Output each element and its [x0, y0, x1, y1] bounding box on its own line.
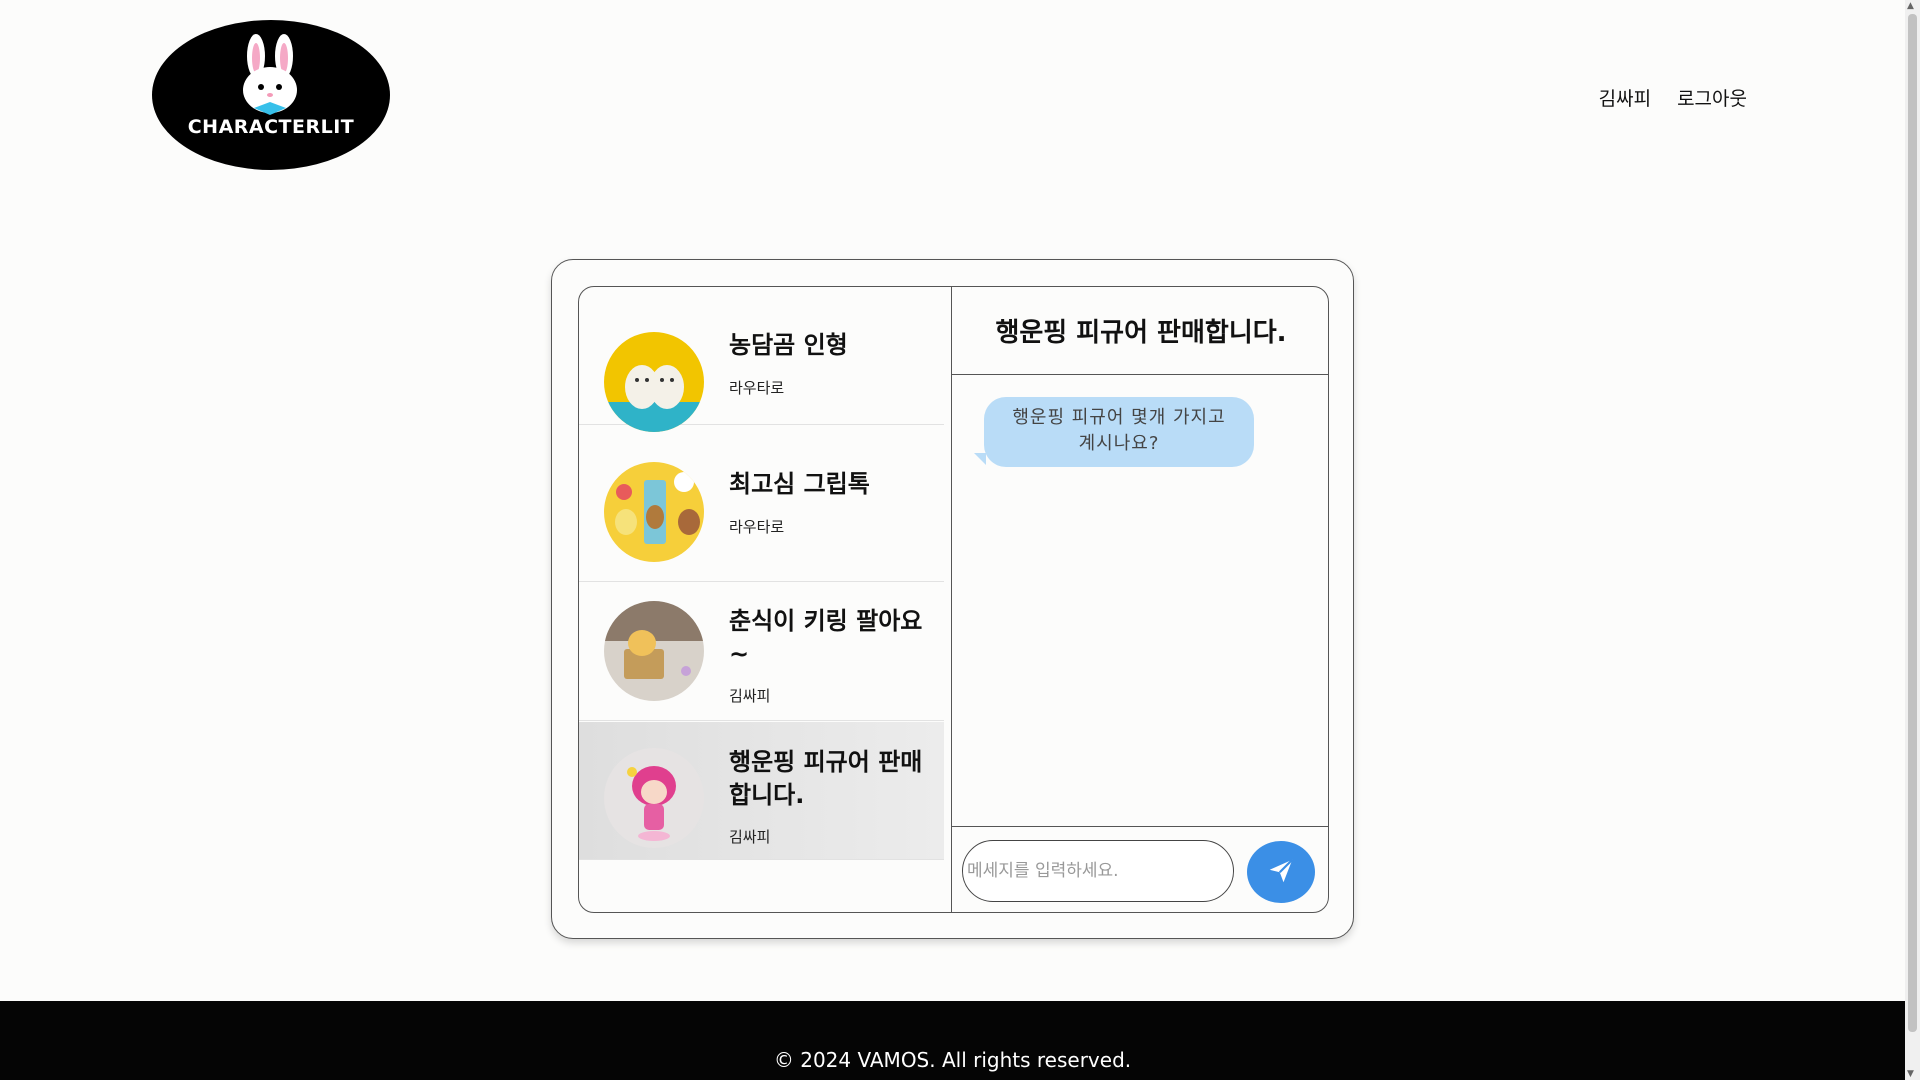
message-input-bar: [952, 826, 1328, 912]
logo-text: CHARACTERLIT: [188, 116, 355, 138]
send-button[interactable]: [1247, 841, 1315, 903]
paper-plane-icon: [1266, 856, 1296, 889]
chat-room-list: 농담곰 인형 라우타로 최고심 그립톡 라우타로 춘식이 키링 팔아요~ 김싸피…: [579, 287, 952, 912]
message-bubble: 행운핑 피규어 몇개 가지고 계시나요?: [984, 397, 1254, 467]
conversation-title: 행운핑 피규어 판매합니다.: [952, 287, 1328, 375]
message-input[interactable]: [962, 840, 1234, 902]
page-scrollbar[interactable]: ▲ ▼: [1905, 0, 1920, 1080]
conversation-panel: 행운핑 피규어 판매합니다. 행운핑 피규어 몇개 가지고 계시나요?: [952, 287, 1328, 912]
nav-username[interactable]: 김싸피: [1599, 84, 1651, 111]
chat-room-title: 춘식이 키링 팔아요~: [729, 607, 923, 668]
site-logo[interactable]: CHARACTERLIT: [152, 20, 390, 170]
chat-room-seller: 김싸피: [729, 687, 771, 705]
chat-room-item[interactable]: 춘식이 키링 팔아요~ 김싸피: [579, 583, 944, 721]
chat-room-seller: 라우타로: [729, 379, 785, 397]
chat-room-seller: 라우타로: [729, 518, 785, 536]
product-thumbnail: [604, 748, 704, 848]
top-nav: 김싸피 로그아웃: [1599, 84, 1747, 111]
chat-panel: 농담곰 인형 라우타로 최고심 그립톡 라우타로 춘식이 키링 팔아요~ 김싸피…: [551, 259, 1354, 939]
product-thumbnail: [604, 601, 704, 701]
scroll-up-icon[interactable]: ▲: [1907, 1, 1914, 11]
product-thumbnail: [604, 462, 704, 562]
scroll-down-icon[interactable]: ▼: [1907, 1069, 1914, 1079]
message-bubble-tail: [974, 453, 986, 465]
nav-logout-link[interactable]: 로그아웃: [1677, 84, 1747, 111]
footer-copyright: © 2024 VAMOS. All rights reserved.: [773, 1048, 1132, 1072]
chat-room-title: 농담곰 인형: [729, 331, 848, 359]
footer: © 2024 VAMOS. All rights reserved.: [0, 1001, 1905, 1080]
header: CHARACTERLIT 김싸피 로그아웃: [0, 0, 1905, 200]
product-thumbnail: [604, 332, 704, 432]
chat-room-title: 최고심 그립톡: [729, 470, 870, 498]
chat-inner: 농담곰 인형 라우타로 최고심 그립톡 라우타로 춘식이 키링 팔아요~ 김싸피…: [578, 286, 1329, 913]
chat-room-item[interactable]: 최고심 그립톡 라우타로: [579, 444, 944, 582]
chat-room-title: 행운핑 피규어 판매합니다.: [729, 748, 923, 809]
scrollbar-thumb[interactable]: [1908, 14, 1917, 1032]
chat-room-item[interactable]: 농담곰 인형 라우타로: [579, 287, 944, 432]
chat-room-item-active[interactable]: 행운핑 피규어 판매합니다. 김싸피: [579, 722, 944, 860]
chat-room-seller: 김싸피: [729, 828, 771, 846]
